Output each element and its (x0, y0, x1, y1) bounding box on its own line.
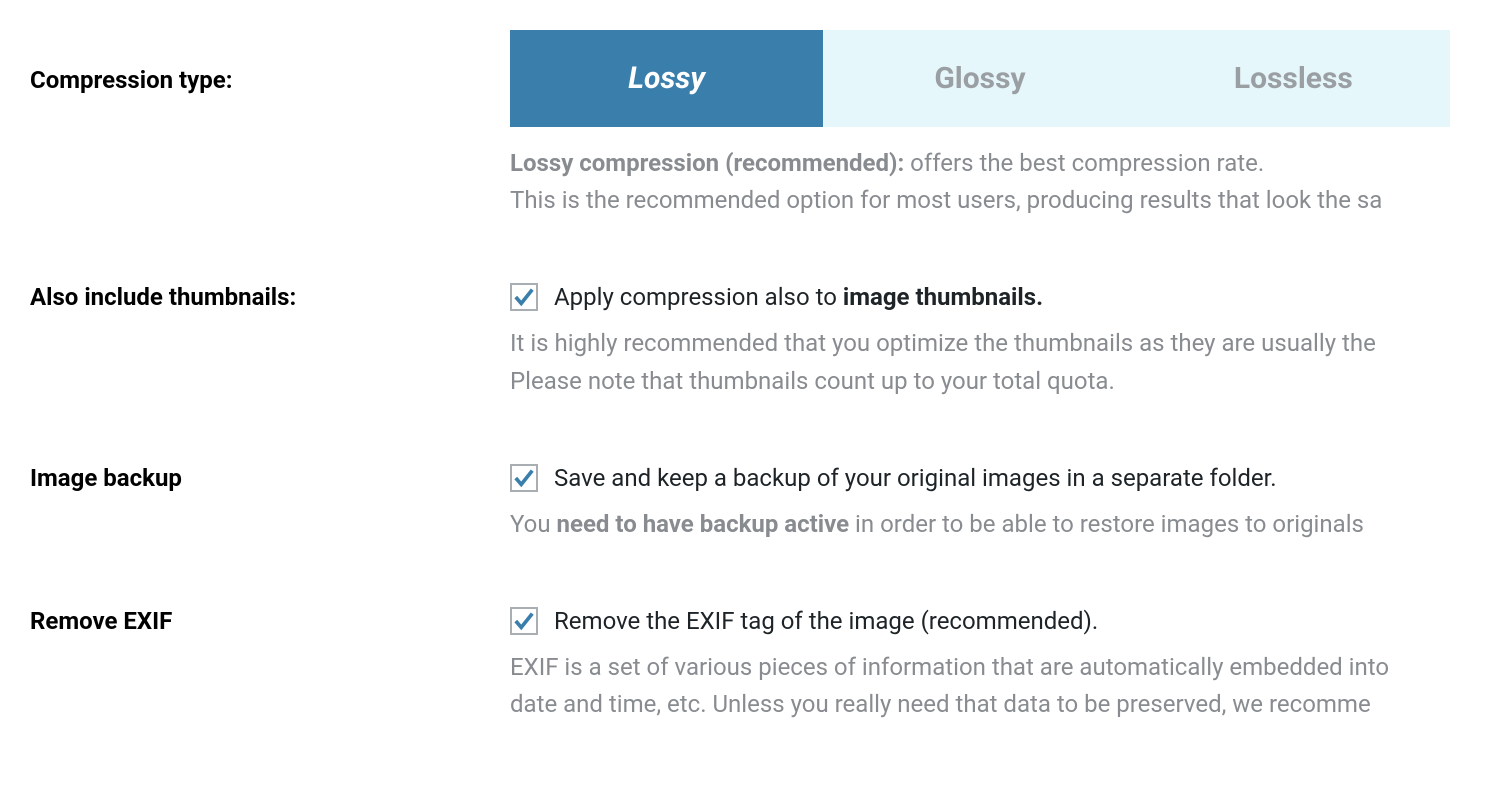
thumbnails-chk-pre: Apply compression also to (554, 283, 843, 311)
exif-label-col: Remove EXIF (30, 603, 510, 639)
exif-checkbox-line: Remove the EXIF tag of the image (recomm… (510, 603, 1464, 639)
backup-desc-post: in order to be able to restore images to… (849, 510, 1364, 538)
check-icon (513, 467, 535, 489)
thumbnails-checkbox-label: Apply compression also to image thumbnai… (554, 279, 1043, 315)
backup-desc: You need to have backup active in order … (510, 506, 1464, 543)
check-icon (513, 610, 535, 632)
thumbnails-chk-bold: image thumbnails. (843, 283, 1043, 311)
compression-type-label-col: Compression type: (30, 30, 510, 98)
compression-type-segmented: Lossy Glossy Lossless (510, 30, 1450, 127)
compression-option-glossy[interactable]: Glossy (823, 30, 1136, 127)
backup-checkbox[interactable] (510, 464, 538, 492)
thumbnails-label-col: Also include thumbnails: (30, 279, 510, 315)
thumbnails-checkbox-line: Apply compression also to image thumbnai… (510, 279, 1464, 315)
thumbnails-checkbox[interactable] (510, 283, 538, 311)
exif-checkbox-label: Remove the EXIF tag of the image (recomm… (554, 603, 1098, 639)
exif-label: Remove EXIF (30, 607, 172, 635)
backup-desc-bold: need to have backup active (557, 510, 850, 538)
backup-checkbox-label: Save and keep a backup of your original … (554, 460, 1277, 496)
compression-type-label: Compression type: (30, 66, 232, 94)
backup-row: Image backup Save and keep a backup of y… (30, 460, 1464, 543)
backup-desc-pre: You (510, 510, 557, 538)
backup-checkbox-line: Save and keep a backup of your original … (510, 460, 1464, 496)
exif-desc-line1: EXIF is a set of various pieces of infor… (510, 649, 1464, 686)
compression-option-lossless[interactable]: Lossless (1137, 30, 1450, 127)
compression-option-lossy[interactable]: Lossy (510, 30, 823, 127)
backup-label-col: Image backup (30, 460, 510, 496)
compression-type-control-col: Lossy Glossy Lossless Lossy compression … (510, 30, 1464, 219)
exif-desc-line2: date and time, etc. Unless you really ne… (510, 686, 1464, 723)
check-icon (513, 286, 535, 308)
compression-desc-rest: offers the best compression rate. (904, 149, 1264, 177)
thumbnails-row: Also include thumbnails: Apply compressi… (30, 279, 1464, 399)
thumbnails-desc-line2: Please note that thumbnails count up to … (510, 363, 1464, 400)
exif-checkbox[interactable] (510, 607, 538, 635)
backup-control-col: Save and keep a backup of your original … (510, 460, 1464, 543)
thumbnails-label: Also include thumbnails: (30, 283, 296, 311)
backup-label: Image backup (30, 464, 182, 492)
compression-desc-bold: Lossy compression (recommended): (510, 149, 904, 177)
exif-control-col: Remove the EXIF tag of the image (recomm… (510, 603, 1464, 723)
compression-type-row: Compression type: Lossy Glossy Lossless … (30, 30, 1464, 219)
compression-desc-line2: This is the recommended option for most … (510, 182, 1464, 219)
exif-row: Remove EXIF Remove the EXIF tag of the i… (30, 603, 1464, 723)
compression-desc-line1: Lossy compression (recommended): offers … (510, 145, 1464, 182)
thumbnails-desc-line1: It is highly recommended that you optimi… (510, 325, 1464, 362)
thumbnails-control-col: Apply compression also to image thumbnai… (510, 279, 1464, 399)
